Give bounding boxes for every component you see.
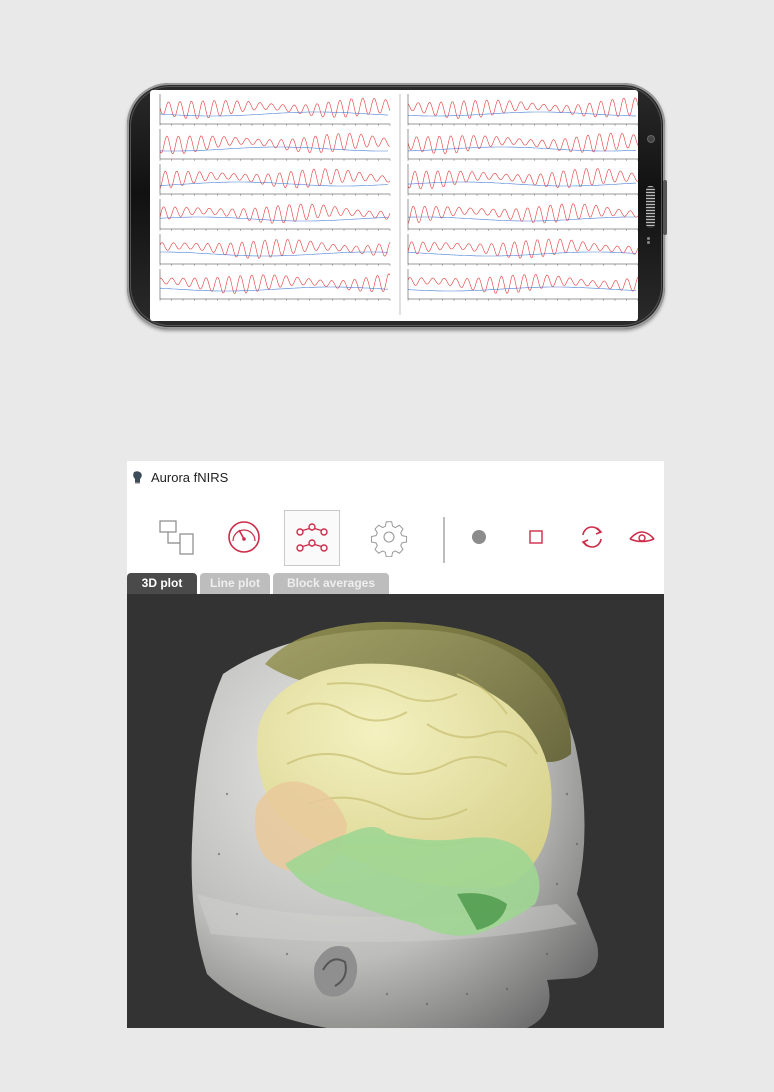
- eye-view-icon: [629, 531, 655, 543]
- channel-trace: [407, 94, 638, 126]
- channel-trace: [159, 94, 391, 126]
- aurora-window: Aurora fNIRS 3D plot Line plot Block ave…: [127, 461, 664, 1028]
- channel-trace: [159, 164, 391, 196]
- oxy-trace: [407, 238, 638, 259]
- phone-side-button: [663, 180, 667, 235]
- oxy-trace: [407, 97, 638, 120]
- network-nodes-icon: [296, 523, 328, 552]
- channel-trace: [407, 129, 638, 161]
- deoxy-trace: [159, 286, 389, 292]
- channel-trace: [159, 269, 391, 301]
- deoxy-trace: [159, 111, 389, 117]
- gauge-icon: [228, 521, 260, 553]
- phone-speaker: [646, 186, 655, 228]
- channel-trace: [407, 199, 638, 231]
- refresh-button[interactable]: [565, 510, 619, 564]
- titlebar: Aurora fNIRS: [127, 461, 664, 493]
- hardware-connect-icon: [159, 520, 194, 555]
- settings-button[interactable]: [362, 510, 416, 564]
- oxy-trace: [407, 168, 638, 190]
- channel-trace: [159, 199, 391, 231]
- app-logo-icon: [133, 471, 142, 484]
- stop-button[interactable]: [509, 510, 563, 564]
- phone-screen: [150, 90, 638, 321]
- deoxy-trace: [159, 146, 388, 152]
- hardware-connect-button[interactable]: [149, 510, 203, 564]
- tab-3d-plot[interactable]: 3D plot: [127, 573, 197, 594]
- oxy-trace: [159, 273, 391, 294]
- channel-trace: [407, 269, 638, 301]
- stop-square-icon: [529, 530, 543, 544]
- record-button[interactable]: [452, 510, 506, 564]
- toolbar-separator: [443, 517, 445, 563]
- deoxy-trace: [407, 286, 637, 292]
- deoxy-trace: [407, 111, 636, 117]
- record-dot-icon: [472, 530, 486, 544]
- gauge-button[interactable]: [217, 510, 271, 564]
- oxy-trace: [407, 203, 638, 224]
- oxy-trace: [407, 274, 638, 295]
- deoxy-trace: [407, 216, 636, 222]
- 3d-plot-viewport[interactable]: [127, 594, 664, 1028]
- tab-bar: 3D plot Line plot Block averages: [127, 573, 664, 594]
- brain-head-render: [191, 621, 599, 1028]
- toolbar: [127, 505, 664, 575]
- settings-gear-icon: [370, 521, 408, 557]
- deoxy-trace: [407, 146, 637, 152]
- tab-block-averages[interactable]: Block averages: [273, 573, 389, 594]
- eye-view-button[interactable]: [622, 510, 664, 564]
- deoxy-trace: [160, 251, 389, 257]
- channel-trace: [407, 164, 638, 196]
- app-title: Aurora fNIRS: [151, 469, 229, 485]
- network-nodes-button[interactable]: [284, 510, 340, 566]
- phone-sensor-dots: [646, 236, 652, 246]
- tab-line-plot[interactable]: Line plot: [200, 573, 270, 594]
- channel-trace: [159, 234, 391, 266]
- refresh-cycle-icon: [581, 526, 603, 548]
- channel-trace: [407, 234, 638, 266]
- line-plot-grid: [159, 94, 638, 315]
- phone-camera: [648, 136, 654, 142]
- channel-trace: [159, 129, 391, 161]
